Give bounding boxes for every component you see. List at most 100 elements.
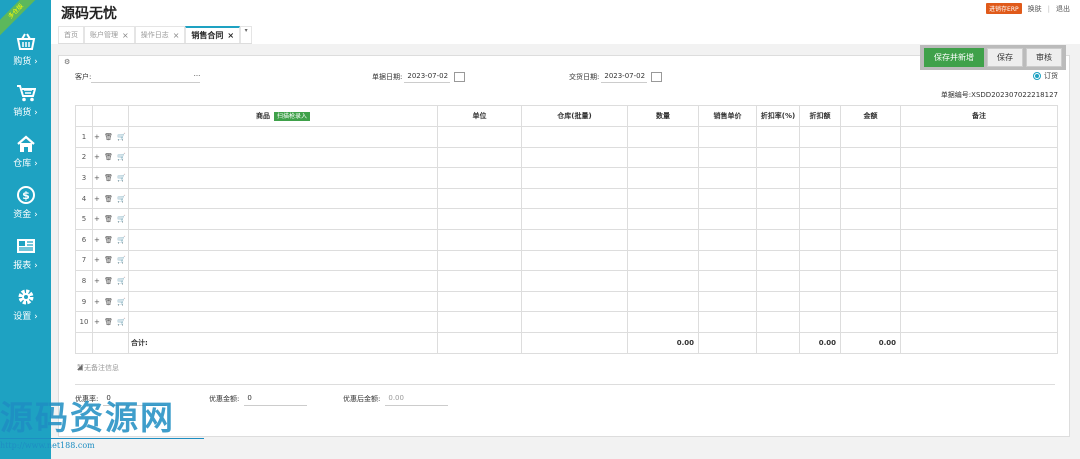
tab-sales-contract[interactable]: 销售合同 ×	[185, 26, 241, 44]
table-cell[interactable]	[756, 187, 800, 210]
order-option[interactable]: 订货	[1033, 71, 1058, 81]
customer-field[interactable]: ···	[91, 71, 201, 83]
table-cell[interactable]	[627, 167, 699, 189]
bill-date-field[interactable]: 2023-07-02	[404, 71, 451, 83]
table-cell[interactable]	[840, 290, 901, 313]
table-cell[interactable]	[799, 249, 841, 272]
table-cell[interactable]	[698, 249, 757, 272]
switch-skin-link[interactable]: 换肤	[1028, 4, 1042, 14]
table-cell[interactable]	[437, 146, 522, 169]
table-cell[interactable]	[128, 290, 438, 313]
table-cell[interactable]	[900, 146, 1058, 169]
table-cell[interactable]	[799, 126, 841, 148]
table-cell[interactable]	[756, 126, 800, 148]
row-actions[interactable]: + 🗑 🛒	[92, 187, 129, 210]
table-cell[interactable]	[521, 249, 628, 272]
sidebar-item-funds[interactable]: $ 资金	[0, 186, 51, 226]
table-cell[interactable]	[698, 126, 757, 148]
calendar-icon[interactable]	[651, 72, 663, 82]
table-cell[interactable]	[840, 187, 901, 210]
table-cell[interactable]	[840, 167, 901, 189]
table-cell[interactable]	[627, 126, 699, 148]
table-cell[interactable]	[900, 228, 1058, 251]
table-cell[interactable]	[521, 187, 628, 210]
logout-link[interactable]: 退出	[1056, 4, 1070, 14]
table-cell[interactable]	[128, 208, 438, 230]
row-actions[interactable]: + 🗑 🛒	[92, 270, 129, 292]
table-cell[interactable]	[756, 290, 800, 313]
more-icon[interactable]: ···	[194, 71, 201, 82]
sidebar-item-settings[interactable]: 设置	[0, 288, 51, 328]
table-cell[interactable]	[698, 270, 757, 292]
table-cell[interactable]	[840, 311, 901, 333]
table-cell[interactable]	[698, 167, 757, 189]
row-actions[interactable]: + 🗑 🛒	[92, 146, 129, 169]
table-cell[interactable]	[756, 270, 800, 292]
table-cell[interactable]	[698, 228, 757, 251]
save-button[interactable]: 保存	[987, 48, 1023, 67]
table-cell[interactable]	[128, 228, 438, 251]
table-cell[interactable]	[698, 290, 757, 313]
table-cell[interactable]	[756, 311, 800, 333]
row-actions[interactable]: + 🗑 🛒	[92, 167, 129, 189]
table-cell[interactable]	[799, 167, 841, 189]
table-cell[interactable]	[437, 249, 522, 272]
delivery-date-field[interactable]: 2023-07-02	[601, 71, 648, 83]
table-cell[interactable]	[437, 311, 522, 333]
table-cell[interactable]	[627, 249, 699, 272]
row-actions[interactable]: + 🗑 🛒	[92, 249, 129, 272]
table-cell[interactable]	[698, 208, 757, 230]
sidebar-item-reports[interactable]: 报表	[0, 237, 51, 277]
table-cell[interactable]	[627, 290, 699, 313]
chevron-down-icon[interactable]: ▾	[240, 26, 253, 43]
table-cell[interactable]	[521, 311, 628, 333]
table-cell[interactable]	[437, 167, 522, 189]
table-cell[interactable]	[627, 187, 699, 210]
table-cell[interactable]	[521, 126, 628, 148]
table-cell[interactable]	[900, 208, 1058, 230]
table-cell[interactable]	[437, 228, 522, 251]
table-cell[interactable]	[840, 270, 901, 292]
table-cell[interactable]	[521, 228, 628, 251]
table-cell[interactable]	[756, 208, 800, 230]
table-cell[interactable]	[756, 146, 800, 169]
settings-icon[interactable]: ⚙	[64, 58, 70, 66]
row-actions[interactable]: + 🗑 🛒	[92, 228, 129, 251]
table-cell[interactable]	[698, 311, 757, 333]
sidebar-item-purchase[interactable]: 购货	[0, 33, 51, 73]
table-cell[interactable]	[627, 228, 699, 251]
save-new-button[interactable]: 保存并新增	[924, 48, 984, 67]
table-cell[interactable]	[900, 290, 1058, 313]
table-cell[interactable]	[437, 208, 522, 230]
table-cell[interactable]	[521, 270, 628, 292]
table-cell[interactable]	[128, 187, 438, 210]
discount-amount-field[interactable]: 0	[244, 392, 308, 406]
erp-badge[interactable]: 进销存ERP	[986, 3, 1022, 14]
tab-oplog[interactable]: 操作日志 ×	[134, 26, 186, 43]
table-cell[interactable]	[627, 270, 699, 292]
radio-icon[interactable]	[1033, 72, 1041, 80]
table-cell[interactable]	[128, 146, 438, 169]
close-icon[interactable]: ×	[227, 27, 234, 44]
remark-textarea[interactable]: 暂无备注信息 ◢	[75, 360, 1055, 385]
table-cell[interactable]	[799, 228, 841, 251]
table-cell[interactable]	[840, 146, 901, 169]
table-cell[interactable]	[900, 311, 1058, 333]
table-cell[interactable]	[799, 290, 841, 313]
table-cell[interactable]	[900, 187, 1058, 210]
table-cell[interactable]	[521, 290, 628, 313]
row-actions[interactable]: + 🗑 🛒	[92, 290, 129, 313]
resize-handle-icon[interactable]: ◢	[77, 363, 1055, 383]
table-cell[interactable]	[799, 311, 841, 333]
table-cell[interactable]	[756, 249, 800, 272]
table-cell[interactable]	[128, 270, 438, 292]
table-cell[interactable]	[840, 126, 901, 148]
table-cell[interactable]	[799, 208, 841, 230]
tab-home[interactable]: 首页	[58, 26, 84, 43]
table-cell[interactable]	[128, 126, 438, 148]
tab-account[interactable]: 账户管理 ×	[84, 26, 135, 43]
table-cell[interactable]	[627, 311, 699, 333]
row-actions[interactable]: + 🗑 🛒	[92, 126, 129, 148]
table-cell[interactable]	[900, 126, 1058, 148]
row-actions[interactable]: + 🗑 🛒	[92, 311, 129, 333]
